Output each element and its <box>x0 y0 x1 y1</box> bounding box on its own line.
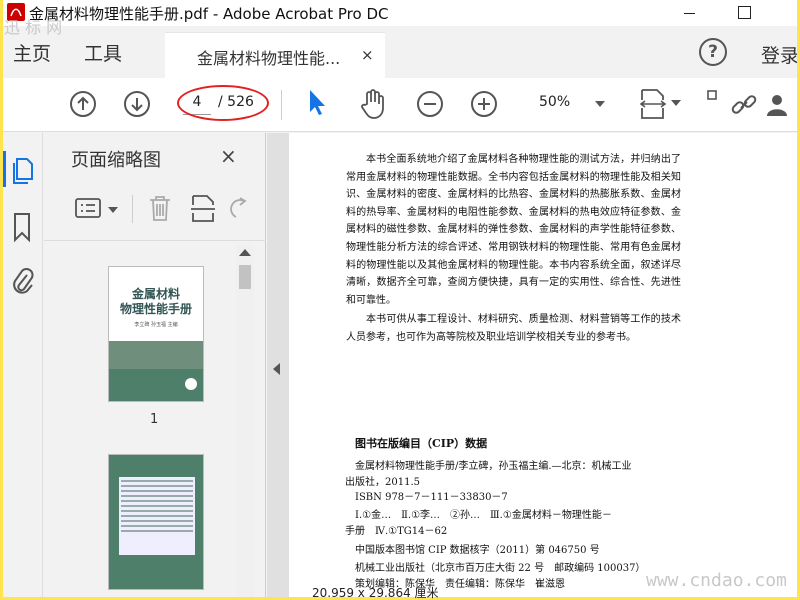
page-thumbnail[interactable] <box>108 454 204 590</box>
publisher-logo-icon <box>185 378 197 390</box>
scroll-up-icon[interactable] <box>239 249 251 256</box>
paragraph: 本书全面系统地介绍了金属材料各种物理性能的测试方法，并归纳出了常用金属材料的物理… <box>346 154 681 306</box>
next-page-icon[interactable] <box>123 90 151 118</box>
cip-line: ISBN 978－7－111－33830－7 <box>355 492 508 503</box>
thumbnail-options-icon[interactable] <box>74 196 102 220</box>
active-indicator <box>3 151 6 187</box>
page-size-readout: 20.959 x 29.864 厘米 <box>312 586 439 600</box>
minimize-button[interactable] <box>675 0 705 26</box>
cip-line: 出版社，2011.5 <box>345 477 420 488</box>
watermark-top-left: 迅 标 网 <box>4 18 63 37</box>
close-panel-icon[interactable]: × <box>220 144 237 168</box>
cip-line: 手册 Ⅳ.①TG14－62 <box>345 526 448 537</box>
scroll-thumb[interactable] <box>239 265 251 289</box>
fit-page-icon[interactable] <box>639 88 667 120</box>
tab-tools[interactable]: 工具 <box>84 39 122 66</box>
select-cursor-icon[interactable] <box>307 88 327 118</box>
tab-row: 主页 工具 金属材料物理性能... × ? 登录 <box>3 26 797 78</box>
thumbnail-table-preview <box>119 477 195 555</box>
tab-home[interactable]: 主页 <box>13 39 51 66</box>
bookmark-icon[interactable] <box>11 211 33 243</box>
share-user-icon[interactable] <box>763 92 793 118</box>
delete-page-icon[interactable] <box>147 193 173 223</box>
maximize-button[interactable] <box>729 0 759 26</box>
document-tab-label: 金属材料物理性能... <box>197 49 341 68</box>
thumbnail-list: 金属材料 物理性能手册 李立碑 孙玉福 主编 1 <box>44 245 234 597</box>
zoom-in-icon[interactable] <box>470 90 498 118</box>
tab-document[interactable]: 金属材料物理性能... × <box>165 32 385 78</box>
cover-title-line2: 物理性能手册 <box>119 302 192 316</box>
login-button[interactable]: 登录 <box>761 41 797 68</box>
title-bar: 金属材料物理性能手册.pdf - Adobe Acrobat Pro DC <box>3 0 797 26</box>
collapse-panel-icon[interactable] <box>273 363 280 375</box>
paragraph: 本书可供从事工程设计、材料研究、质量检测、材料营销等工作的技术人员参考，也可作为… <box>346 314 681 343</box>
page-thumbnails-icon[interactable] <box>11 155 35 185</box>
more-tools-icon[interactable] <box>707 90 719 104</box>
cover-stripe <box>109 341 203 369</box>
panel-toolbar-divider <box>132 195 133 223</box>
page-thumbnail[interactable]: 金属材料 物理性能手册 李立碑 孙玉福 主编 <box>108 266 204 402</box>
left-navigation-rail <box>3 133 43 597</box>
cip-line: 机械工业出版社（北京市百万庄大街 22 号 邮政编码 100037） <box>355 563 646 574</box>
toolbar-divider <box>281 90 282 120</box>
red-highlight-ellipse <box>177 85 269 121</box>
previous-page-icon[interactable] <box>69 90 97 118</box>
toolbar: 4 / 526 50% <box>3 78 797 132</box>
document-view: 本书全面系统地介绍了金属材料各种物理性能的测试方法，并归纳出了常用金属材料的物理… <box>267 133 797 597</box>
thumbnail-scrollbar[interactable] <box>236 245 254 597</box>
cover-title-line1: 金属材料 <box>131 287 180 301</box>
thumbnail-options-chevron-icon[interactable] <box>108 207 118 213</box>
fit-dropdown-chevron-icon[interactable] <box>671 100 681 106</box>
page-thumbnails-panel: 页面缩略图 × 金属材料 物理性能手册 李立碑 孙玉福 主编 1 <box>44 133 266 597</box>
cip-heading: 图书在版编目（CIP）数据 <box>355 437 488 450</box>
share-link-icon[interactable] <box>729 90 759 120</box>
cip-line: 金属材料物理性能手册/李立碑，孙玉福主编.—北京：机械工业 <box>355 461 632 472</box>
cip-line: Ⅰ.①金… Ⅱ.①李… ②孙… Ⅲ.①金属材料－物理性能－ <box>355 510 612 521</box>
hand-tool-icon[interactable] <box>359 88 387 120</box>
zoom-out-icon[interactable] <box>416 90 444 118</box>
page-body-text: 本书全面系统地介绍了金属材料各种物理性能的测试方法，并归纳出了常用金属材料的物理… <box>346 151 681 349</box>
acrobat-window: 金属材料物理性能手册.pdf - Adobe Acrobat Pro DC 主页… <box>3 0 797 597</box>
help-icon[interactable]: ? <box>699 38 727 66</box>
zoom-dropdown-chevron-icon[interactable] <box>595 101 605 107</box>
panel-title: 页面缩略图 <box>71 150 161 171</box>
cover-title: 金属材料 物理性能手册 <box>109 287 203 317</box>
pdf-page: 本书全面系统地介绍了金属材料各种物理性能的测试方法，并归纳出了常用金属材料的物理… <box>289 133 797 597</box>
zoom-level-select[interactable]: 50% <box>539 94 570 110</box>
rotate-page-icon[interactable] <box>230 195 250 221</box>
thumbnail-toolbar <box>44 183 266 241</box>
window-title: 金属材料物理性能手册.pdf - Adobe Acrobat Pro DC <box>29 5 389 23</box>
close-tab-icon[interactable]: × <box>361 46 374 64</box>
thumbnail-page-label: 1 <box>150 412 159 427</box>
watermark-bottom-right: www.cndao.com <box>646 570 787 591</box>
insert-page-icon[interactable] <box>189 193 217 223</box>
cip-line: 中国版本图书馆 CIP 数据核字（2011）第 046750 号 <box>355 545 600 556</box>
attachment-icon[interactable] <box>11 267 35 297</box>
cover-author: 李立碑 孙玉福 主编 <box>134 322 178 328</box>
